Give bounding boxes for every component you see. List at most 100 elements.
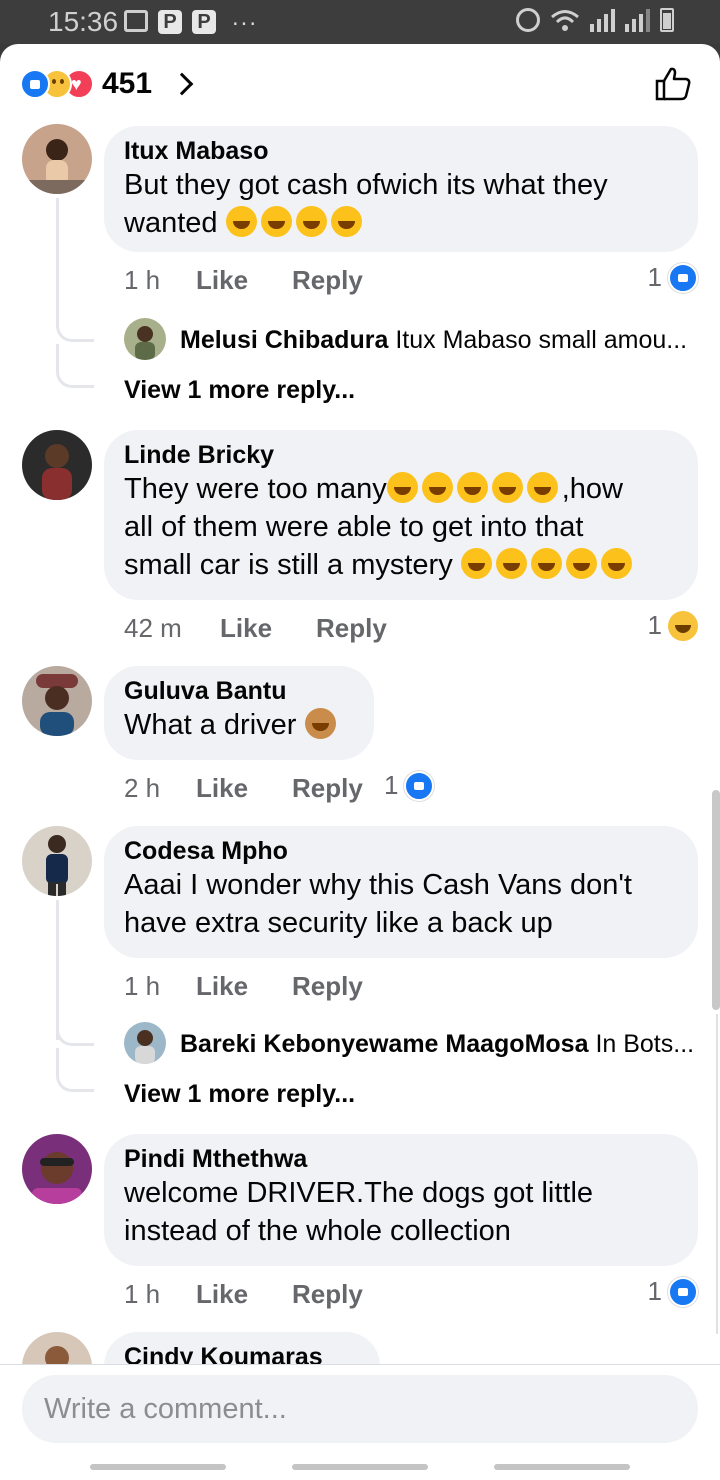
comment-text: all of them were able to get into that: [124, 511, 584, 543]
emoji-icon: [495, 548, 527, 579]
comment-text: They were too many ,how: [124, 472, 623, 505]
comment-time: 1 h: [124, 970, 161, 1001]
reaction-number: 1: [647, 262, 662, 292]
reply-preview[interactable]: Bareki Kebonyewame MaagoMosa In Bots...: [180, 1030, 700, 1059]
like-button[interactable]: Like: [196, 971, 248, 1002]
emoji-icon: [491, 472, 523, 503]
comment-actions: 42 m Like Reply: [124, 610, 387, 646]
comment-bubble[interactable]: Itux Mabaso But they got cash ofwich its…: [104, 126, 698, 252]
avatar[interactable]: [22, 826, 92, 896]
emoji-icon: [600, 548, 632, 579]
reply-text: In Bots...: [595, 1030, 695, 1058]
emoji-icon: [330, 206, 362, 237]
signal-icon: [590, 8, 615, 32]
scrollbar-track: [716, 1014, 718, 1334]
comment-text: What a driver: [124, 706, 354, 744]
comment-reaction-count[interactable]: 1: [384, 770, 435, 801]
like-reaction-icon: [20, 69, 50, 99]
like-button[interactable]: Like: [196, 1279, 248, 1310]
avatar[interactable]: [22, 1134, 92, 1204]
clapping-hands-icon: [304, 708, 336, 739]
emoji-icon: [260, 206, 292, 237]
reaction-number: 1: [384, 770, 399, 800]
emoji-icon: [565, 548, 597, 579]
like-button[interactable]: Like: [220, 613, 272, 644]
p-app-icon: P: [158, 10, 182, 34]
comment-author[interactable]: Pindi Mthethwa: [124, 1144, 678, 1174]
emoji-icon: [295, 206, 327, 237]
like-button[interactable]: Like: [196, 773, 248, 804]
reply-button[interactable]: Reply: [316, 613, 387, 644]
comment-actions: 1 h Like Reply: [124, 262, 363, 298]
like-reaction-icon: [404, 770, 435, 801]
comment-bubble[interactable]: Guluva Bantu What a driver: [104, 666, 374, 760]
nav-recent-button[interactable]: [90, 1464, 226, 1470]
p-app-icon: P: [192, 10, 216, 34]
comment-bubble[interactable]: Linde Bricky They were too many ,how all …: [104, 430, 698, 600]
reply-button[interactable]: Reply: [292, 265, 363, 296]
comment-reaction-count[interactable]: 1: [648, 1276, 698, 1307]
avatar[interactable]: [22, 124, 92, 194]
reply-button[interactable]: Reply: [292, 1279, 363, 1310]
avatar[interactable]: [22, 430, 92, 500]
comment-time: 2 h: [124, 772, 161, 803]
wifi-icon: [551, 10, 579, 31]
alarm-icon: [516, 8, 540, 32]
comment-text: But they got cash ofwich its what they w…: [124, 169, 608, 239]
nav-home-button[interactable]: [292, 1464, 428, 1470]
reaction-number: 1: [647, 1276, 662, 1306]
emoji-icon: [526, 472, 558, 503]
comment-text: Aaai I wonder why this Cash Vans don't h…: [124, 869, 632, 939]
reply-text: Itux Mabaso small amou...: [395, 326, 688, 354]
avatar[interactable]: [22, 666, 92, 736]
reply-author: Melusi Chibadura: [180, 326, 389, 354]
emoji-icon: [225, 206, 257, 237]
reactions-summary[interactable]: 451: [20, 66, 194, 102]
thumbs-up-icon[interactable]: [654, 66, 692, 102]
comment-time: 1 h: [124, 264, 161, 295]
comment-author[interactable]: Linde Bricky: [124, 440, 678, 470]
reply-button[interactable]: Reply: [292, 971, 363, 1002]
haha-reaction-icon: [668, 610, 698, 641]
emoji-icon: [421, 472, 453, 503]
comment-time: 1 h: [124, 1278, 161, 1309]
comment-reaction-count[interactable]: 1: [648, 262, 698, 293]
emoji-icon: [456, 472, 488, 503]
reply-button[interactable]: Reply: [292, 773, 363, 804]
avatar[interactable]: [124, 1022, 166, 1064]
signal-icon: [625, 8, 650, 32]
reply-preview[interactable]: Melusi Chibadura Itux Mabaso small amou.…: [180, 326, 700, 355]
comment-text: small car is still a mystery: [124, 546, 678, 584]
emoji-icon: [386, 472, 418, 503]
gallery-icon: [124, 10, 148, 32]
like-reaction-icon: [668, 1276, 698, 1307]
comment-author[interactable]: Itux Mabaso: [124, 136, 678, 166]
comment-text: welcome DRIVER.The dogs got little inste…: [124, 1177, 594, 1247]
comment-author[interactable]: Codesa Mpho: [124, 836, 678, 866]
reaction-count: 451: [102, 67, 153, 100]
chevron-right-icon: [170, 72, 194, 96]
scrollbar-thumb[interactable]: [712, 790, 720, 1010]
view-more-replies-link[interactable]: View 1 more reply...: [124, 1080, 355, 1109]
comment-bubble[interactable]: Pindi Mthethwa welcome DRIVER.The dogs g…: [104, 1134, 698, 1266]
battery-icon: [660, 8, 674, 32]
nav-back-button[interactable]: [494, 1464, 630, 1470]
reply-author: Bareki Kebonyewame MaagoMosa: [180, 1030, 589, 1058]
comments-sheet: 451 Itux Mabaso But they got cash ofwich…: [0, 44, 720, 1480]
comment-actions: 1 h Like Reply: [124, 968, 363, 1004]
more-dots-icon: ...: [232, 4, 259, 31]
like-button[interactable]: Like: [196, 265, 248, 296]
emoji-icon: [460, 548, 492, 579]
comment-actions: 2 h Like Reply: [124, 770, 363, 806]
view-more-replies-link[interactable]: View 1 more reply...: [124, 376, 355, 405]
comment-input[interactable]: [22, 1375, 698, 1443]
comment-actions: 1 h Like Reply: [124, 1276, 363, 1312]
system-nav-bar: [0, 1454, 720, 1480]
status-time: 15:36: [48, 6, 119, 37]
emoji-icon: [530, 548, 562, 579]
comment-reaction-count[interactable]: 1: [648, 610, 698, 641]
comment-bubble[interactable]: Codesa Mpho Aaai I wonder why this Cash …: [104, 826, 698, 958]
avatar[interactable]: [124, 318, 166, 360]
like-reaction-icon: [668, 262, 698, 293]
comment-author[interactable]: Guluva Bantu: [124, 676, 354, 706]
